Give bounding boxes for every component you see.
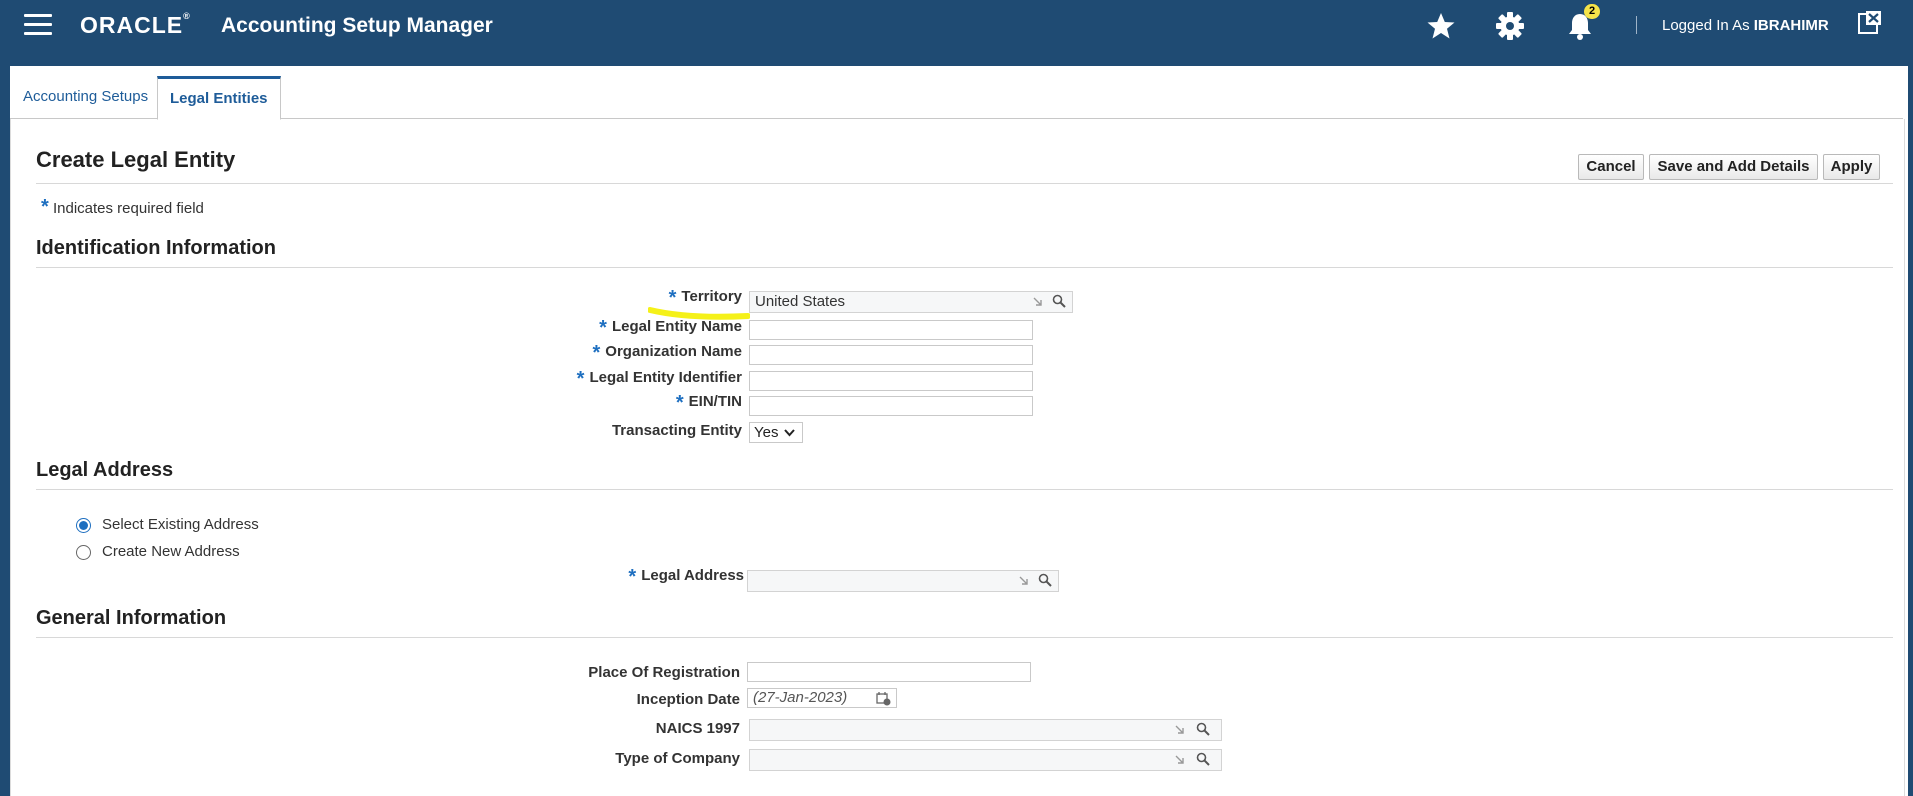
ein-tin-label-text: EIN/TIN [688,393,742,410]
type-of-company-lov[interactable] [749,749,1222,771]
search-icon[interactable] [1038,573,1052,587]
transacting-entity-label: Transacting Entity [611,422,742,439]
legal-entity-identifier-input[interactable] [749,371,1033,391]
type-of-company-label: Type of Company [615,750,740,767]
legal-entity-name-input[interactable] [749,320,1033,340]
calendar-icon[interactable] [876,691,891,706]
legal-address-label: * Legal Address [628,563,744,588]
search-icon[interactable] [1052,294,1066,308]
section-general-title: General Information [36,607,227,629]
search-icon[interactable] [1196,722,1210,736]
territory-label: * Territory [668,284,742,309]
logged-in-user: IBRAHIMR [1753,17,1829,34]
inception-date-label: Inception Date [636,691,740,708]
required-note-text: Indicates required field [52,200,204,217]
transacting-entity-value: Yes [754,424,779,441]
save-and-add-details-button[interactable]: Save and Add Details [1649,154,1818,180]
oracle-logo: ORACLE® [80,11,190,38]
territory-lov[interactable]: United States [749,291,1073,313]
place-of-registration-input[interactable] [747,662,1031,682]
naics-1997-lov[interactable] [749,719,1222,741]
ein-tin-label: * EIN/TIN [675,389,742,414]
organization-name-input[interactable] [749,345,1033,365]
territory-label-text: Territory [681,288,742,305]
inception-date-placeholder: (27-Jan-2023) [753,689,848,706]
required-star-icon: * [41,196,49,218]
identification-divider [36,267,1893,268]
required-star-icon: * [576,368,585,390]
star-icon[interactable] [1425,10,1457,42]
required-star-icon: * [592,342,601,364]
legal-entity-identifier-label-text: Legal Entity Identifier [589,369,742,386]
required-star-icon: * [599,317,607,339]
app-title: Accounting Setup Manager [221,14,493,37]
header-separator [1636,16,1637,34]
chevron-down-icon [784,429,795,437]
legal-entity-panel: Create Legal Entity Cancel Save and Add … [10,119,1905,796]
legal-address-lov[interactable] [747,570,1059,592]
oracle-brand: ORACLE [80,12,184,38]
resize-arrow-icon [1175,755,1184,764]
gear-icon[interactable] [1494,10,1526,42]
resize-arrow-icon [1019,576,1028,585]
inception-date-input[interactable]: (27-Jan-2023) [747,688,897,708]
legal-address-divider [36,489,1893,490]
territory-value: United States [755,293,846,310]
title-divider [36,183,1893,184]
tab-accounting-setups[interactable]: Accounting Setups [11,76,160,118]
select-existing-address-label[interactable]: Select Existing Address [102,516,259,533]
legal-entity-identifier-label: * Legal Entity Identifier [576,365,742,390]
select-existing-address-radio[interactable] [76,518,91,533]
required-star-icon: * [668,287,677,309]
page-title: Create Legal Entity [36,147,236,172]
resize-arrow-icon [1175,725,1184,734]
organization-name-label-text: Organization Name [605,343,742,360]
legal-entity-name-label-text: Legal Entity Name [611,318,742,335]
transacting-entity-select[interactable]: Yes [749,422,803,443]
general-divider [36,637,1893,638]
logged-in-status: Logged In As IBRAHIMR [1662,17,1829,34]
notification-badge: 2 [1584,4,1600,19]
naics-1997-label: NAICS 1997 [655,720,740,737]
section-legal-address-title: Legal Address [36,459,174,481]
resize-arrow-icon [1033,297,1042,306]
logged-in-prefix: Logged In As [1662,17,1750,34]
required-field-note: * Indicates required field [41,196,204,219]
create-new-address-label[interactable]: Create New Address [102,543,240,560]
menu-icon[interactable] [24,14,52,36]
tab-legal-entities[interactable]: Legal Entities [157,76,281,120]
legal-entity-name-label: * Legal Entity Name [599,314,742,339]
create-new-address-radio[interactable] [76,545,91,560]
search-icon[interactable] [1196,752,1210,766]
cancel-button[interactable]: Cancel [1578,154,1644,180]
organization-name-label: * Organization Name [592,339,743,364]
legal-address-label-text: Legal Address [641,567,744,584]
apply-button[interactable]: Apply [1823,154,1880,180]
place-of-registration-label: Place Of Registration [588,664,740,681]
required-star-icon: * [675,392,684,414]
global-header: ORACLE® Accounting Setup Manager 2 Logge… [0,0,1913,66]
close-window-icon[interactable] [1858,11,1882,35]
ein-tin-input[interactable] [749,396,1033,416]
content-area: Accounting Setups Legal Entities Create … [10,66,1908,796]
section-identification-title: Identification Information [36,237,276,259]
required-star-icon: * [628,566,637,588]
